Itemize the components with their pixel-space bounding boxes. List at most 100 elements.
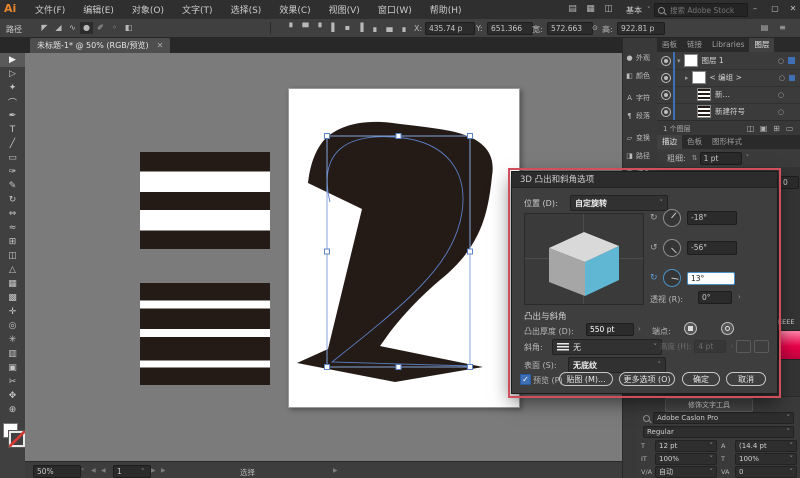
panel-button-appearance[interactable]: ● 外观: [623, 50, 658, 66]
rotate-y-input[interactable]: -56°: [687, 241, 737, 255]
menu-file[interactable]: 文件(F): [26, 3, 74, 16]
more-options-button[interactable]: 更多选项 (O): [619, 372, 675, 386]
first-artboard-icon[interactable]: ◀: [91, 467, 96, 474]
selection-handle[interactable]: [324, 364, 330, 370]
visibility-eye-icon[interactable]: [661, 89, 671, 100]
close-button[interactable]: ✕: [786, 2, 800, 16]
extrude-depth-input[interactable]: 550 pt: [586, 323, 634, 336]
workspace-switcher[interactable]: 基本: [626, 5, 642, 16]
convert-anchor-smooth-icon[interactable]: ◢: [52, 22, 65, 34]
target-circle-icon[interactable]: ○: [778, 108, 784, 116]
touch-type-tool-button[interactable]: 修饰文字工具: [665, 398, 753, 412]
align-bottom-icon[interactable]: ▐: [354, 22, 367, 34]
layer-row[interactable]: ▸ < 编组 > ○: [657, 69, 800, 87]
rotate-z-dial[interactable]: [663, 269, 681, 287]
panel-button-paragraph[interactable]: ¶ 段落: [623, 108, 658, 124]
target-circle-icon[interactable]: ○: [778, 91, 784, 99]
selection-indicator[interactable]: [789, 74, 795, 81]
tab-libraries[interactable]: Libraries: [707, 38, 749, 52]
document-layout-icon[interactable]: ▦: [583, 3, 598, 16]
arrange-documents-icon[interactable]: ▤: [565, 3, 580, 16]
menu-edit[interactable]: 编辑(E): [74, 3, 123, 16]
align-left-icon[interactable]: ▘: [286, 22, 299, 34]
distribute-center-icon[interactable]: ▄: [383, 22, 396, 34]
menu-window[interactable]: 窗口(W): [369, 3, 421, 16]
sliver-zero-field[interactable]: 0: [779, 176, 799, 189]
handles-icon[interactable]: ∿: [66, 22, 79, 34]
pen-tool[interactable]: ✒: [0, 109, 25, 123]
menu-type[interactable]: 文字(T): [173, 3, 222, 16]
layer-name[interactable]: < 编组 >: [710, 72, 779, 83]
chevron-right-icon[interactable]: ›: [638, 325, 641, 333]
selection-handle[interactable]: [467, 133, 473, 139]
eyedropper-tool[interactable]: ✛: [0, 305, 25, 319]
x-input[interactable]: 435.74 p: [425, 22, 475, 35]
distribute-right-icon[interactable]: ▗: [396, 22, 409, 34]
menu-object[interactable]: 对象(O): [123, 3, 173, 16]
surface-select[interactable]: 无底纹 ˅: [568, 357, 666, 373]
close-tab-icon[interactable]: ✕: [157, 41, 164, 50]
perspective-grid-tool[interactable]: △: [0, 263, 25, 277]
direct-selection-tool[interactable]: ▷: [0, 67, 25, 81]
target-circle-icon[interactable]: ○: [779, 74, 785, 82]
ok-button[interactable]: 确定: [682, 372, 720, 386]
leading-select[interactable]: (14.4 pt ˅: [735, 440, 797, 452]
shape-builder-tool[interactable]: ◫: [0, 249, 25, 263]
opacity-icon[interactable]: ◦: [108, 22, 121, 34]
tab-links[interactable]: 链接: [682, 38, 707, 52]
stroke-color-swatch[interactable]: [9, 431, 25, 447]
menu-effect[interactable]: 效果(C): [270, 3, 319, 16]
tab-layers[interactable]: 图层: [749, 38, 775, 52]
layer-row[interactable]: 新… ○: [657, 86, 800, 104]
gradient-swatch[interactable]: [778, 330, 800, 360]
panel-button-color[interactable]: ◧ 颜色: [623, 68, 658, 84]
cap-hollow-button[interactable]: [721, 322, 735, 335]
font-style-select[interactable]: Regular ˅: [643, 426, 794, 438]
kerning-select[interactable]: 自动 ˅: [655, 466, 717, 478]
object-thumbnail[interactable]: [697, 88, 711, 101]
free-transform-tool[interactable]: ⊞: [0, 235, 25, 249]
brush-icon[interactable]: ✐: [94, 22, 107, 34]
control-panel-menu-icon[interactable]: ≡: [776, 22, 789, 34]
selection-handle[interactable]: [467, 364, 473, 370]
distribute-left-icon[interactable]: ▖: [370, 22, 383, 34]
selection-indicator[interactable]: [788, 57, 795, 64]
layer-thumbnail[interactable]: [683, 54, 698, 67]
next-artboard-icon[interactable]: ▶: [151, 467, 156, 474]
vertical-scale-select[interactable]: 100% ˅: [655, 453, 717, 465]
new-layer-icon[interactable]: ⊞: [770, 124, 783, 133]
width-input[interactable]: 572.663: [547, 22, 593, 35]
document-tab[interactable]: 未标题-1* @ 50% (RGB/预览) ✕: [30, 38, 171, 53]
mesh-tool[interactable]: ▦: [0, 277, 25, 291]
rotate-z-input[interactable]: [687, 271, 735, 285]
slice-tool[interactable]: ✂: [0, 375, 25, 389]
panel-button-character[interactable]: A 字符: [623, 90, 658, 106]
layer-name[interactable]: 新…: [715, 89, 778, 100]
stepper-icon[interactable]: ⇅: [692, 154, 698, 162]
tab-swatches[interactable]: 色板: [682, 135, 707, 149]
arrange-icon[interactable]: ▤: [758, 22, 771, 34]
minimize-button[interactable]: –: [748, 2, 762, 16]
style-icon[interactable]: ◧: [122, 22, 135, 34]
map-art-button[interactable]: 贴图 (M)...: [559, 372, 613, 386]
magic-wand-tool[interactable]: ✦: [0, 81, 25, 95]
paintbrush-tool[interactable]: ✑: [0, 165, 25, 179]
gpu-performance-icon[interactable]: ◫: [601, 3, 616, 16]
align-right-icon[interactable]: ▝: [312, 22, 325, 34]
pencil-tool[interactable]: ✎: [0, 179, 25, 193]
layer-row[interactable]: ▾ 图层 1 ○: [657, 52, 800, 70]
line-tool[interactable]: ╱: [0, 137, 25, 151]
tab-stroke[interactable]: 描边: [657, 135, 682, 149]
graph-tool[interactable]: ▥: [0, 347, 25, 361]
layer-name[interactable]: 新建符号: [715, 106, 778, 117]
chevron-right-icon[interactable]: ▸: [685, 74, 689, 82]
search-input[interactable]: [668, 4, 742, 16]
gradient-tool[interactable]: ▩: [0, 291, 25, 305]
selection-handle[interactable]: [467, 248, 473, 255]
bevel-select[interactable]: 无 ˅: [552, 339, 662, 355]
cap-solid-button[interactable]: [684, 322, 697, 335]
menu-view[interactable]: 视图(V): [320, 3, 369, 16]
selection-handle[interactable]: [324, 133, 330, 139]
selection-tool[interactable]: ▶: [0, 53, 25, 67]
stroke-weight-input[interactable]: 1 pt: [699, 151, 742, 165]
